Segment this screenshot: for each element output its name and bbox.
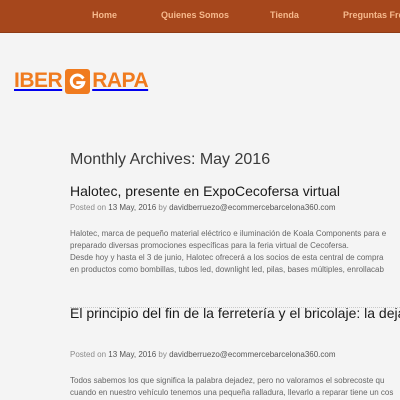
post-meta: Posted on 13 May, 2016 by davidberruezo@… (70, 203, 336, 212)
post-date-link[interactable]: 13 May, 2016 (108, 350, 156, 359)
post-title-link[interactable]: El principio del fin de la ferretería y … (70, 305, 400, 321)
post-title: Halotec, presente en ExpoCecofersa virtu… (70, 183, 340, 199)
excerpt-line: en productos como bombillas, tubos led, … (70, 265, 384, 274)
author-link[interactable]: davidberruezo@ecommercebarcelona360.com (169, 203, 335, 212)
post-date-link[interactable]: 13 May, 2016 (108, 203, 156, 212)
by-label: by (158, 350, 167, 359)
post-title-link[interactable]: Halotec, presente en ExpoCecofersa virtu… (70, 183, 340, 199)
post-excerpt: Todos sabemos los que significa la palab… (70, 375, 393, 399)
author-link[interactable]: davidberruezo@ecommercebarcelona360.com (169, 350, 335, 359)
post-title: El principio del fin de la ferretería y … (70, 305, 400, 321)
page-title: Monthly Archives: May 2016 (70, 151, 271, 168)
by-label: by (158, 203, 167, 212)
excerpt-line: preparado diversas promociones específic… (70, 241, 349, 250)
excerpt-line: Todos sabemos los que significa la palab… (70, 376, 385, 385)
archive-content: Monthly Archives: May 2016 Halotec, pres… (0, 0, 400, 400)
posted-on-label: Posted on (70, 350, 107, 359)
excerpt-line: cuando en nuestro vehículo tenemos una p… (70, 388, 394, 397)
posted-on-label: Posted on (70, 203, 107, 212)
excerpt-line: Halotec, marca de pequeño material eléct… (70, 229, 387, 238)
post-excerpt: Halotec, marca de pequeño material eléct… (70, 228, 386, 276)
post-meta: Posted on 13 May, 2016 by davidberruezo@… (70, 350, 336, 359)
excerpt-line: Desde hoy y hasta el 3 de junio, Halotec… (70, 253, 384, 262)
